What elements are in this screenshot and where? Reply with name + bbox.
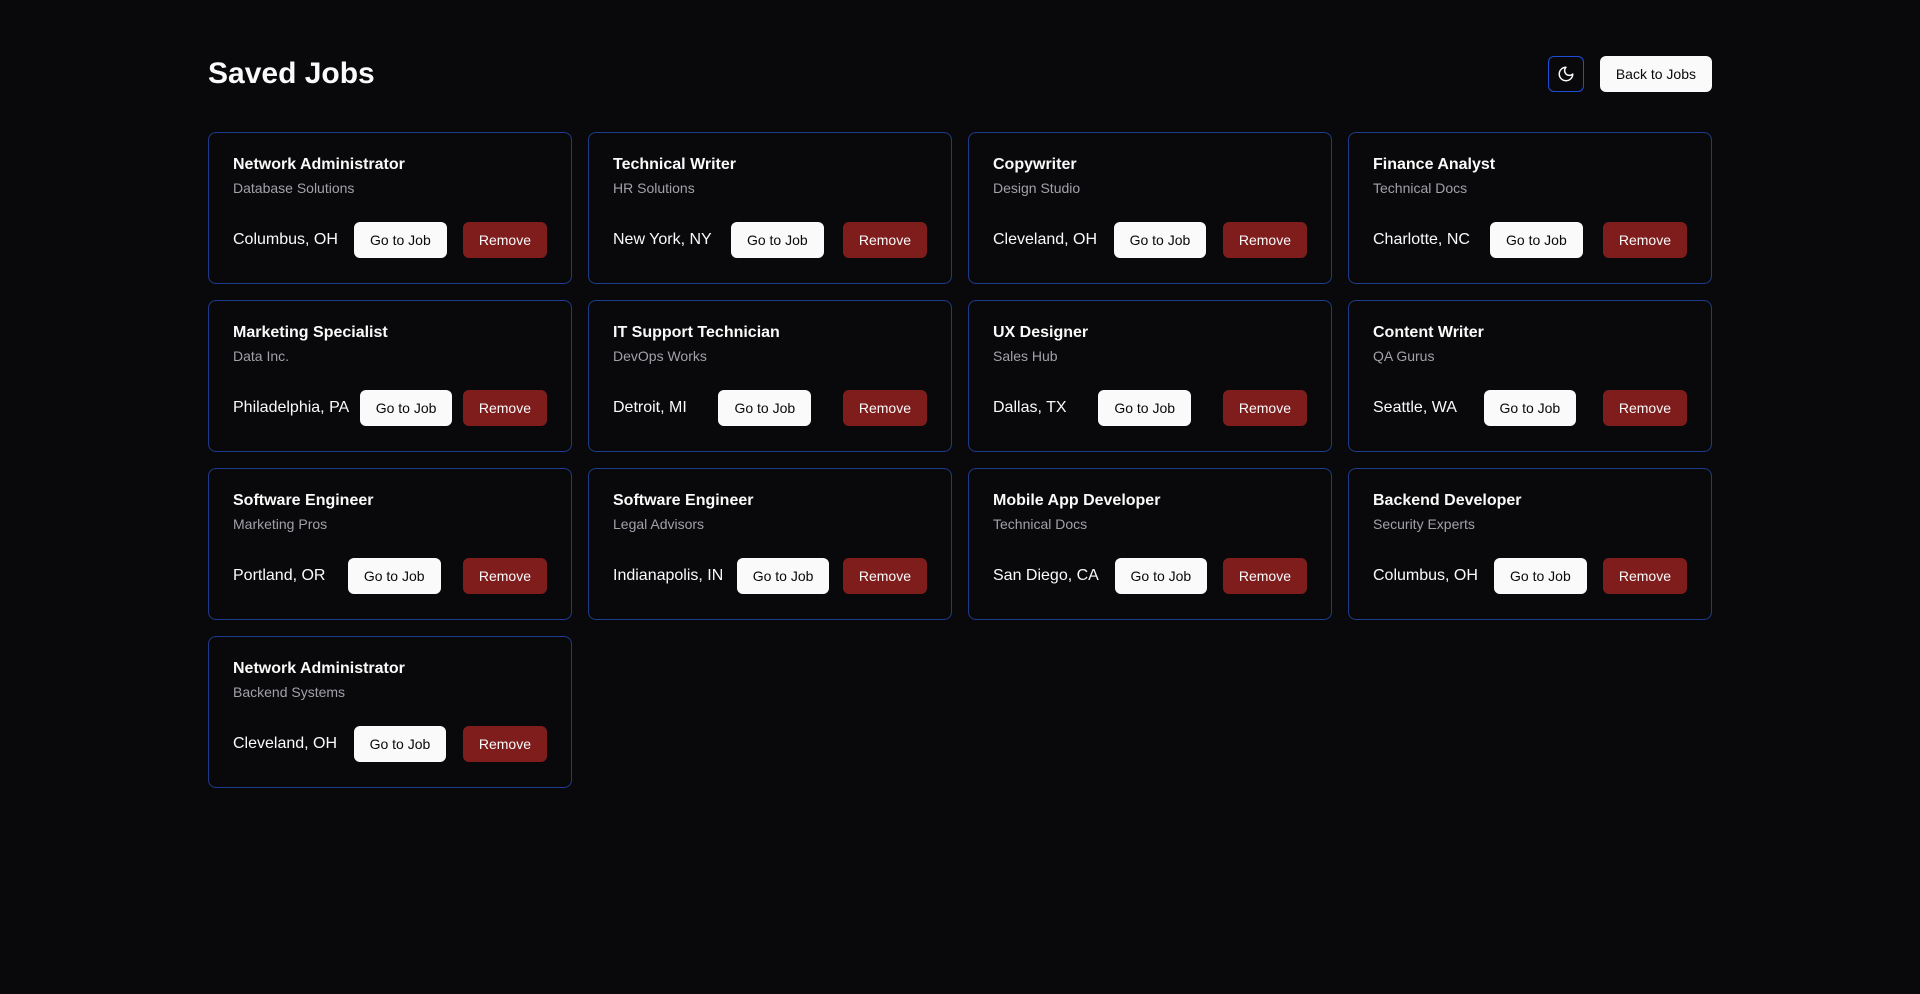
job-title: Marketing Specialist [233,324,388,341]
job-location: Philadelphia, PA [233,399,350,416]
go-to-job-button[interactable]: Go to Job [1494,558,1587,594]
remove-button[interactable]: Remove [842,222,927,258]
go-to-job-button[interactable]: Go to Job [730,222,824,258]
remove-button[interactable]: Remove [842,558,927,594]
company-name: Design Studio [993,180,1081,196]
job-card-footer: Detroit, MI Go to Job Remove [613,390,927,426]
job-card-footer: Charlotte, NC Go to Job Remove [1373,222,1687,258]
job-location: San Diego, CA [993,567,1099,584]
job-card: Finance Analyst Technical Docs Charlotte… [1348,132,1712,284]
page-title: Saved Jobs [208,57,375,90]
moon-icon [1558,66,1574,82]
job-card: Network Administrator Backend Systems Cl… [208,636,572,788]
job-location: Detroit, MI [613,399,687,416]
go-to-job-button[interactable]: Go to Job [1490,222,1583,258]
remove-button[interactable]: Remove [842,390,927,426]
job-title: Finance Analyst [1373,156,1496,173]
job-card: IT Support Technician DevOps Works Detro… [588,300,952,452]
remove-button[interactable]: Remove [462,222,547,258]
company-name: Sales Hub [993,348,1058,364]
job-card-footer: Columbus, OH Go to Job Remove [1373,558,1687,594]
job-card: Software Engineer Legal Advisors Indiana… [588,468,952,620]
job-card-footer: Seattle, WA Go to Job Remove [1373,390,1687,426]
company-name: QA Gurus [1373,348,1435,364]
company-name: Legal Advisors [613,516,705,532]
job-title: Network Administrator [233,660,405,677]
company-name: Database Solutions [233,180,355,196]
job-location: Cleveland, OH [233,735,338,752]
job-title: Technical Writer [613,156,736,173]
go-to-job-button[interactable]: Go to Job [353,726,447,762]
job-location: Portland, OR [233,567,326,584]
go-to-job-button[interactable]: Go to Job [359,390,453,426]
remove-button[interactable]: Remove [1222,558,1307,594]
job-title: Content Writer [1373,324,1484,341]
job-title: Software Engineer [233,492,374,509]
theme-toggle-button[interactable] [1547,56,1584,92]
remove-button[interactable]: Remove [462,726,547,762]
job-title: Software Engineer [613,492,754,509]
job-card-footer: Indianapolis, IN Go to Job Remove [613,558,927,594]
go-to-job-button[interactable]: Go to Job [1483,390,1577,426]
job-title: Network Administrator [233,156,405,173]
job-card: Marketing Specialist Data Inc. Philadelp… [208,300,572,452]
go-to-job-button[interactable]: Go to Job [736,558,830,594]
remove-button[interactable]: Remove [462,390,547,426]
job-card: Technical Writer HR Solutions New York, … [588,132,952,284]
company-name: Backend Systems [233,684,346,700]
go-to-job-button[interactable]: Go to Job [354,222,447,258]
job-card: Copywriter Design Studio Cleveland, OH G… [968,132,1332,284]
company-name: HR Solutions [613,180,695,196]
job-location: Columbus, OH [233,231,338,248]
company-name: DevOps Works [613,348,707,364]
job-card-footer: Cleveland, OH Go to Job Remove [233,726,547,762]
remove-button[interactable]: Remove [1602,222,1687,258]
company-name: Security Experts [1373,516,1475,532]
remove-button[interactable]: Remove [1602,390,1687,426]
job-title: Mobile App Developer [993,492,1161,509]
back-to-jobs-button[interactable]: Back to Jobs [1599,56,1712,92]
job-location: Cleveland, OH [993,231,1098,248]
job-card: Mobile App Developer Technical Docs San … [968,468,1332,620]
job-title: Copywriter [993,156,1077,173]
remove-button[interactable]: Remove [462,558,547,594]
job-title: IT Support Technician [613,324,780,341]
job-card-footer: Cleveland, OH Go to Job Remove [993,222,1307,258]
remove-button[interactable]: Remove [1602,558,1687,594]
remove-button[interactable]: Remove [1222,222,1307,258]
job-card: Backend Developer Security Experts Colum… [1348,468,1712,620]
go-to-job-button[interactable]: Go to Job [1113,222,1207,258]
company-name: Technical Docs [993,516,1088,532]
job-card-footer: New York, NY Go to Job Remove [613,222,927,258]
job-location: Columbus, OH [1373,567,1478,584]
company-name: Marketing Pros [233,516,328,532]
go-to-job-button[interactable]: Go to Job [1098,390,1192,426]
job-card-footer: Portland, OR Go to Job Remove [233,558,547,594]
remove-button[interactable]: Remove [1222,390,1307,426]
job-card: Content Writer QA Gurus Seattle, WA Go t… [1348,300,1712,452]
job-card: Network Administrator Database Solutions… [208,132,572,284]
header-actions: Back to Jobs [1547,56,1712,92]
job-location: Indianapolis, IN [613,567,724,584]
job-location: New York, NY [613,231,712,248]
saved-jobs-grid: Network Administrator Database Solutions… [208,132,1712,788]
job-card: UX Designer Sales Hub Dallas, TX Go to J… [968,300,1332,452]
page-header: Saved Jobs Back to Jobs [208,46,1712,102]
job-title: UX Designer [993,324,1089,341]
job-location: Charlotte, NC [1373,231,1470,248]
saved-jobs-page: Saved Jobs Back to Jobs Network Administ… [208,0,1712,788]
company-name: Technical Docs [1373,180,1468,196]
go-to-job-button[interactable]: Go to Job [718,390,812,426]
job-location: Seattle, WA [1373,399,1457,416]
job-card-footer: Dallas, TX Go to Job Remove [993,390,1307,426]
company-name: Data Inc. [233,348,290,364]
go-to-job-button[interactable]: Go to Job [1114,558,1208,594]
job-card-footer: Philadelphia, PA Go to Job Remove [233,390,547,426]
job-card-footer: Columbus, OH Go to Job Remove [233,222,547,258]
job-location: Dallas, TX [993,399,1067,416]
go-to-job-button[interactable]: Go to Job [347,558,441,594]
job-card: Software Engineer Marketing Pros Portlan… [208,468,572,620]
job-title: Backend Developer [1373,492,1522,509]
job-card-footer: San Diego, CA Go to Job Remove [993,558,1307,594]
